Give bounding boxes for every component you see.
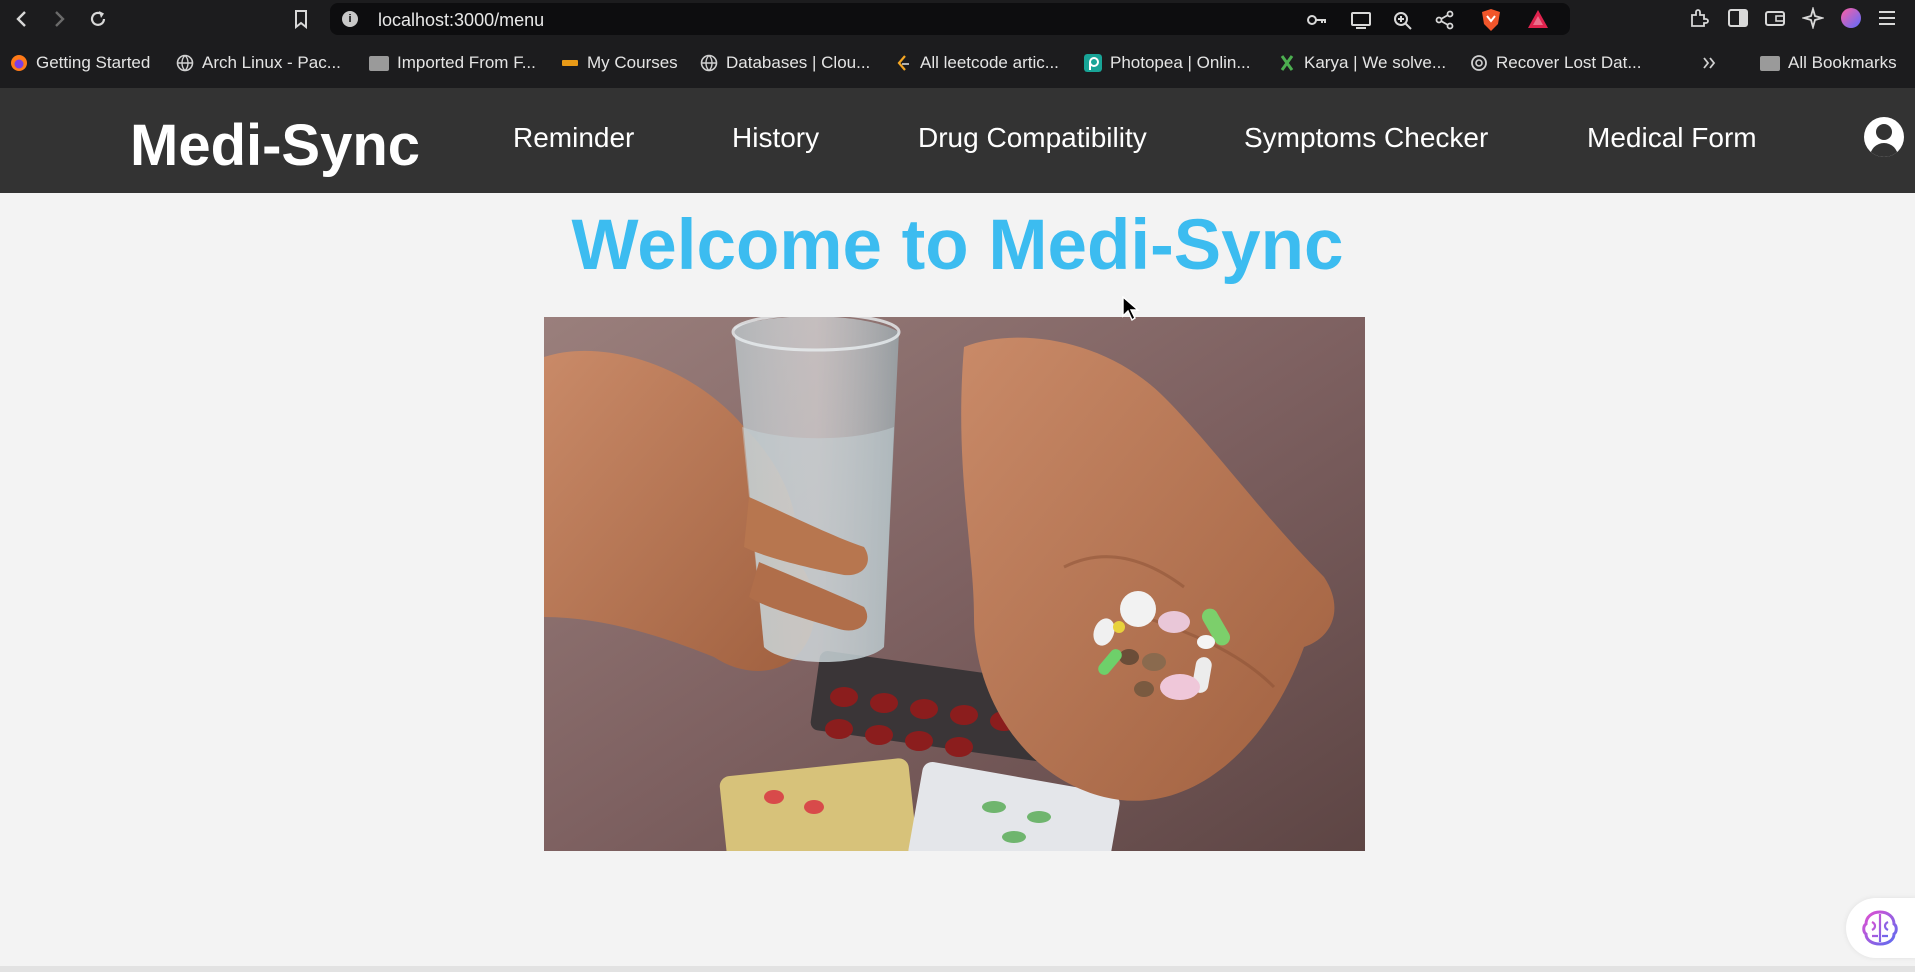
leetcode-icon [897, 55, 909, 71]
courses-icon [562, 60, 578, 66]
bookmark-label: Recover Lost Dat... [1496, 53, 1642, 72]
url-text: localhost:3000/menu [378, 10, 545, 30]
bookmark-page-icon[interactable] [288, 6, 314, 32]
nav-symptoms-checker[interactable]: Symptoms Checker [1244, 122, 1488, 154]
bookmark-label: My Courses [587, 53, 678, 72]
more-bookmarks-chevron-icon[interactable] [1701, 52, 1717, 74]
zoom-icon[interactable] [1392, 10, 1414, 30]
bookmark-item[interactable]: My Courses [561, 52, 678, 74]
leo-ai-icon[interactable] [1800, 5, 1826, 31]
all-bookmarks-label: All Bookmarks [1788, 53, 1897, 72]
back-icon[interactable] [9, 6, 35, 32]
folder-icon [1760, 55, 1780, 71]
bookmark-item[interactable]: Arch Linux - Pac... [176, 52, 341, 74]
globe-icon [700, 54, 718, 72]
bookmark-item[interactable]: Getting Started [10, 52, 150, 74]
sidebar-toggle-icon[interactable] [1727, 7, 1749, 29]
globe-icon [176, 54, 194, 72]
mouse-cursor-icon [1122, 296, 1140, 322]
bookmark-label: Databases | Clou... [726, 53, 871, 72]
bookmark-label: Photopea | Onlin... [1110, 53, 1251, 72]
site-info-icon[interactable]: i [342, 11, 358, 27]
bookmark-label: Getting Started [36, 53, 151, 72]
karya-icon [1280, 55, 1294, 71]
firefox-icon [11, 55, 27, 71]
bookmark-item[interactable]: Photopea | Onlin... [1084, 52, 1251, 74]
bookmark-item[interactable]: Karya | We solve... [1278, 52, 1446, 74]
app-header: Medi-Sync Reminder History Drug Compatib… [0, 88, 1915, 193]
brand-logo[interactable]: Medi-Sync [130, 112, 420, 179]
bookmark-label: Karya | We solve... [1304, 53, 1447, 72]
brave-rewards-icon[interactable] [1526, 8, 1548, 28]
bookmark-label: All leetcode artic... [920, 53, 1059, 72]
photopea-icon [1084, 54, 1102, 72]
brain-icon [1862, 910, 1898, 946]
page-bottom-strip [0, 966, 1915, 972]
folder-icon [369, 55, 389, 71]
all-bookmarks-folder[interactable]: All Bookmarks [1760, 52, 1897, 74]
bookmarks-bar: Getting Started Arch Linux - Pac... Impo… [0, 38, 1915, 88]
welcome-heading: Welcome to Medi-Sync [571, 206, 1344, 285]
user-profile-icon[interactable] [1864, 117, 1904, 157]
profile-avatar-icon[interactable] [1840, 7, 1862, 29]
password-key-icon[interactable] [1306, 10, 1328, 30]
openai-icon [1471, 55, 1487, 71]
ai-assistant-button[interactable] [1846, 898, 1915, 958]
share-icon[interactable] [1434, 10, 1456, 30]
bookmark-item[interactable]: Recover Lost Dat... [1470, 52, 1642, 74]
wallet-icon[interactable] [1764, 7, 1786, 29]
reload-icon[interactable] [85, 6, 111, 32]
hero-image [544, 317, 1365, 851]
forward-icon[interactable] [46, 6, 72, 32]
nav-drug-compatibility[interactable]: Drug Compatibility [918, 122, 1147, 154]
bookmark-folder[interactable]: Imported From F... [369, 52, 536, 74]
browser-toolbar: i localhost:3000/menu [0, 0, 1915, 38]
nav-history[interactable]: History [732, 122, 819, 154]
nav-medical-form[interactable]: Medical Form [1587, 122, 1757, 154]
bookmark-label: Imported From F... [397, 53, 536, 72]
bookmark-label: Arch Linux - Pac... [202, 53, 341, 72]
menu-icon[interactable] [1876, 7, 1898, 29]
bookmark-item[interactable]: All leetcode artic... [894, 52, 1059, 74]
bookmark-item[interactable]: Databases | Clou... [700, 52, 870, 74]
brave-shield-icon[interactable] [1480, 8, 1502, 31]
nav-reminder[interactable]: Reminder [513, 122, 634, 154]
address-bar[interactable]: i localhost:3000/menu [330, 3, 1570, 35]
extensions-icon[interactable] [1688, 7, 1710, 29]
cast-icon[interactable] [1350, 10, 1372, 30]
